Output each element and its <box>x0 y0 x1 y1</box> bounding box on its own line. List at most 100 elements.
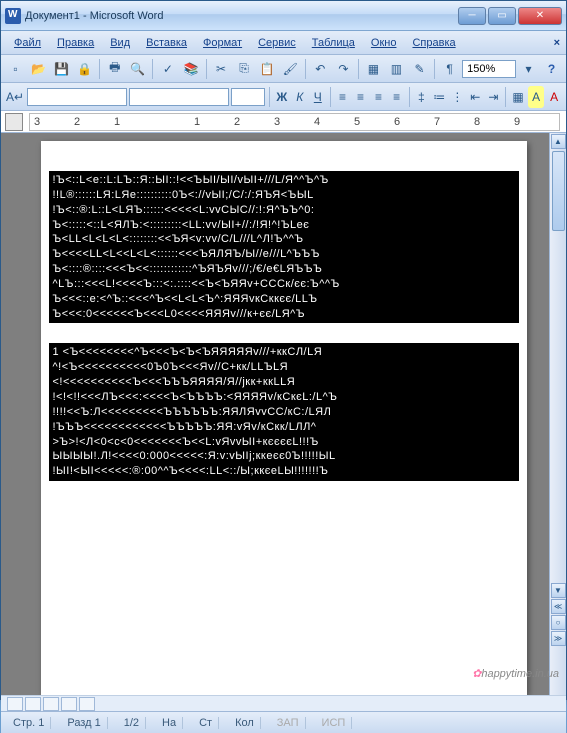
help-icon[interactable]: ? <box>541 58 562 80</box>
text-line[interactable]: ЫЫЫЫ!.Л!<<<<0:000<<<<<:Я:v:vЫIj;ккеєє0Ъ!… <box>53 449 515 464</box>
unselected-gap[interactable] <box>49 323 519 343</box>
text-line[interactable]: ^!<Ъ<<<<<<<<<<0Ъ0Ъ<<<Яv//C+кк/LLЪLЯ <box>53 360 515 375</box>
new-doc-icon[interactable]: ▫ <box>5 58 26 80</box>
maximize-button[interactable]: ▭ <box>488 7 516 25</box>
text-line[interactable]: <!<<<<<<<<<<Ъ<<<ЪЪЪЯЯЯЯ/Я//jкк+ккLLЯ <box>53 375 515 390</box>
table-icon[interactable]: ▦ <box>363 58 384 80</box>
menu-table[interactable]: Таблица <box>305 35 362 51</box>
text-line[interactable]: !Ъ<::L<e::L:LЪ::Я::ЫI::!<<ЪЫI/ЫI/vЫI+///… <box>53 173 515 188</box>
text-line[interactable]: !Ъ<::®:L::L<LЯЪ::::::<<<<<L:vvCЫC//:!:Я^… <box>53 203 515 218</box>
border-icon[interactable]: ▦ <box>510 86 526 108</box>
copy-icon[interactable]: ⎘ <box>234 58 255 80</box>
status-pages: 1/2 <box>118 717 146 729</box>
text-line[interactable]: Ъ<:::::<::L<ЯЛЪ:<:::::::::<LL:vv/ЫI+//:/… <box>53 218 515 233</box>
open-icon[interactable]: 📂 <box>28 58 49 80</box>
scroll-thumb[interactable] <box>552 151 565 231</box>
style-combo[interactable] <box>27 88 127 106</box>
document-area[interactable]: !Ъ<::L<e::L:LЪ::Я::ЫI::!<<ЪЫI/ЫI/vЫI+///… <box>1 133 566 695</box>
line-spacing-icon[interactable]: ‡ <box>413 86 429 108</box>
formatting-toolbar: A↵ Ж К Ч ≡ ≡ ≡ ≡ ‡ ≔ ⋮ ⇤ ⇥ ▦ A A <box>1 83 566 111</box>
menubar: Файл Правка Вид Вставка Формат Сервис Та… <box>1 31 566 55</box>
text-line[interactable]: !ЪЪЪ<<<<<<<<<<<<ЪЪЪЪЪ:ЯЯ:vЯv/кCкк/LЛЛ^ <box>53 420 515 435</box>
text-line[interactable]: Ъ<::::®::::<<<Ъ<<::::::::::::^ЪЯЪЯv///;/… <box>53 262 515 277</box>
menu-help[interactable]: Справка <box>405 35 462 51</box>
align-center-icon[interactable]: ≡ <box>353 86 369 108</box>
decrease-indent-icon[interactable]: ⇤ <box>467 86 483 108</box>
next-page-icon[interactable]: ≫ <box>551 631 566 646</box>
text-line[interactable]: Ъ<<<::e:<^Ъ::<<<^Ъ<<L<L<Ъ^:ЯЯЯvкCккєє/LL… <box>53 292 515 307</box>
align-right-icon[interactable]: ≡ <box>371 86 387 108</box>
chevron-down-icon[interactable]: ▾ <box>518 58 539 80</box>
research-icon[interactable]: 📚 <box>180 58 201 80</box>
font-combo[interactable] <box>129 88 229 106</box>
drawing-icon[interactable]: ✎ <box>409 58 430 80</box>
menu-file[interactable]: Файл <box>7 35 48 51</box>
cut-icon[interactable]: ✂ <box>210 58 231 80</box>
format-painter-icon[interactable]: 🖌 <box>280 58 301 80</box>
increase-indent-icon[interactable]: ⇥ <box>485 86 501 108</box>
titlebar[interactable]: Документ1 - Microsoft Word ─ ▭ ✕ <box>1 1 566 31</box>
scroll-down-icon[interactable]: ▼ <box>551 583 566 598</box>
app-window: Документ1 - Microsoft Word ─ ▭ ✕ Файл Пр… <box>0 0 567 700</box>
text-line[interactable]: 1 <Ъ<<<<<<<<^Ъ<<<Ъ<Ъ<ЪЯЯЯЯЯv///+ккCЛ/LЯ <box>53 345 515 360</box>
menu-edit[interactable]: Правка <box>50 35 101 51</box>
permissions-icon[interactable]: 🔒 <box>74 58 95 80</box>
align-left-icon[interactable]: ≡ <box>335 86 351 108</box>
text-line[interactable]: !<!<!!<<<ЛЪ<<<:<<<<Ъ<ЪЪЪЪ:<ЯЯЯЯv/кCкєL:/… <box>53 390 515 405</box>
underline-button[interactable]: Ч <box>310 86 326 108</box>
menu-tools[interactable]: Сервис <box>251 35 303 51</box>
size-combo[interactable] <box>231 88 265 106</box>
redo-icon[interactable]: ↷ <box>333 58 354 80</box>
reading-view-icon[interactable] <box>79 697 95 711</box>
separator <box>206 59 207 79</box>
outline-view-icon[interactable] <box>61 697 77 711</box>
separator <box>269 87 270 107</box>
menu-insert[interactable]: Вставка <box>139 35 194 51</box>
ruler-scale[interactable]: 3 2 1 1 2 3 4 5 6 7 8 9 <box>29 113 560 131</box>
bullet-list-icon[interactable]: ⋮ <box>449 86 465 108</box>
close-button[interactable]: ✕ <box>518 7 562 25</box>
text-line[interactable]: !!!!<<Ъ:Л<<<<<<<<<ЪЪЪЪЪЪ:ЯЯЛЯvvCC/кC:/LЯ… <box>53 405 515 420</box>
normal-view-icon[interactable] <box>7 697 23 711</box>
text-line[interactable]: !!L®::::::LЯ:LЯe::::::::::0Ъ<://vЫI;/C/:… <box>53 188 515 203</box>
text-line[interactable]: !ЫI!<ЫI<<<<<:®:00^^Ъ<<<<:LL<::/Ы;ккєeLЫ!… <box>53 464 515 479</box>
menu-format[interactable]: Формат <box>196 35 249 51</box>
columns-icon[interactable]: ▥ <box>386 58 407 80</box>
undo-icon[interactable]: ↶ <box>310 58 331 80</box>
prev-page-icon[interactable]: ≪ <box>551 599 566 614</box>
menu-window[interactable]: Окно <box>364 35 404 51</box>
page[interactable]: !Ъ<::L<e::L:LЪ::Я::ЫI::!<<ЪЫI/ЫI/vЫI+///… <box>41 141 527 695</box>
zoom-combo[interactable]: 150% <box>462 60 516 78</box>
selected-text-block-1[interactable]: !Ъ<::L<e::L:LЪ::Я::ЫI::!<<ЪЫI/ЫI/vЫI+///… <box>49 171 519 323</box>
numbered-list-icon[interactable]: ≔ <box>431 86 447 108</box>
web-view-icon[interactable] <box>25 697 41 711</box>
print-view-icon[interactable] <box>43 697 59 711</box>
horizontal-ruler[interactable]: 3 2 1 1 2 3 4 5 6 7 8 9 <box>1 111 566 133</box>
highlight-icon[interactable]: A <box>528 86 544 108</box>
italic-button[interactable]: К <box>292 86 308 108</box>
text-line[interactable]: Ъ<LL<L<L<L<::::::::<<ЪЯ<v:vv/C/L///L^Л!Ъ… <box>53 232 515 247</box>
font-color-icon[interactable]: A <box>546 86 562 108</box>
browse-object-icon[interactable]: ○ <box>551 615 566 630</box>
scroll-up-icon[interactable]: ▲ <box>551 134 566 149</box>
styles-icon[interactable]: A↵ <box>5 86 25 108</box>
print-preview-icon[interactable]: 🔍 <box>127 58 148 80</box>
text-line[interactable]: Ъ<<<:0<<<<<<Ъ<<<L0<<<<ЯЯЯv///к+єє/LЯ^Ъ <box>53 307 515 322</box>
print-icon[interactable]: 🖶 <box>104 58 125 80</box>
text-line[interactable]: ^LЪ:::<<<L!<<<<Ъ:::<:.::::<<Ъ<ЪЯЯv+CCCк/… <box>53 277 515 292</box>
text-line[interactable]: >Ъ>!<Л<0<c<0<<<<<<<Ъ<<L:vЯvvЫI+кєєєєL!!!… <box>53 435 515 450</box>
justify-icon[interactable]: ≡ <box>389 86 405 108</box>
text-line[interactable]: Ъ<<<<LL<L<<L<L<::::::<<<ЪЯЛЯЪ/Ы//е///L^Ъ… <box>53 247 515 262</box>
minimize-button[interactable]: ─ <box>458 7 486 25</box>
pilcrow-icon[interactable]: ¶ <box>439 58 460 80</box>
spellcheck-icon[interactable]: ✓ <box>157 58 178 80</box>
paste-icon[interactable]: 📋 <box>257 58 278 80</box>
menu-view[interactable]: Вид <box>103 35 137 51</box>
save-icon[interactable]: 💾 <box>51 58 72 80</box>
window-controls: ─ ▭ ✕ <box>458 7 562 25</box>
selected-text-block-2[interactable]: 1 <Ъ<<<<<<<<^Ъ<<<Ъ<Ъ<ЪЯЯЯЯЯv///+ккCЛ/LЯ … <box>49 343 519 481</box>
tab-selector[interactable] <box>5 113 23 131</box>
vertical-scrollbar[interactable]: ▲ ▼ ≪ ○ ≫ <box>549 133 566 695</box>
doc-close-button[interactable]: × <box>554 37 560 49</box>
bold-button[interactable]: Ж <box>274 86 290 108</box>
